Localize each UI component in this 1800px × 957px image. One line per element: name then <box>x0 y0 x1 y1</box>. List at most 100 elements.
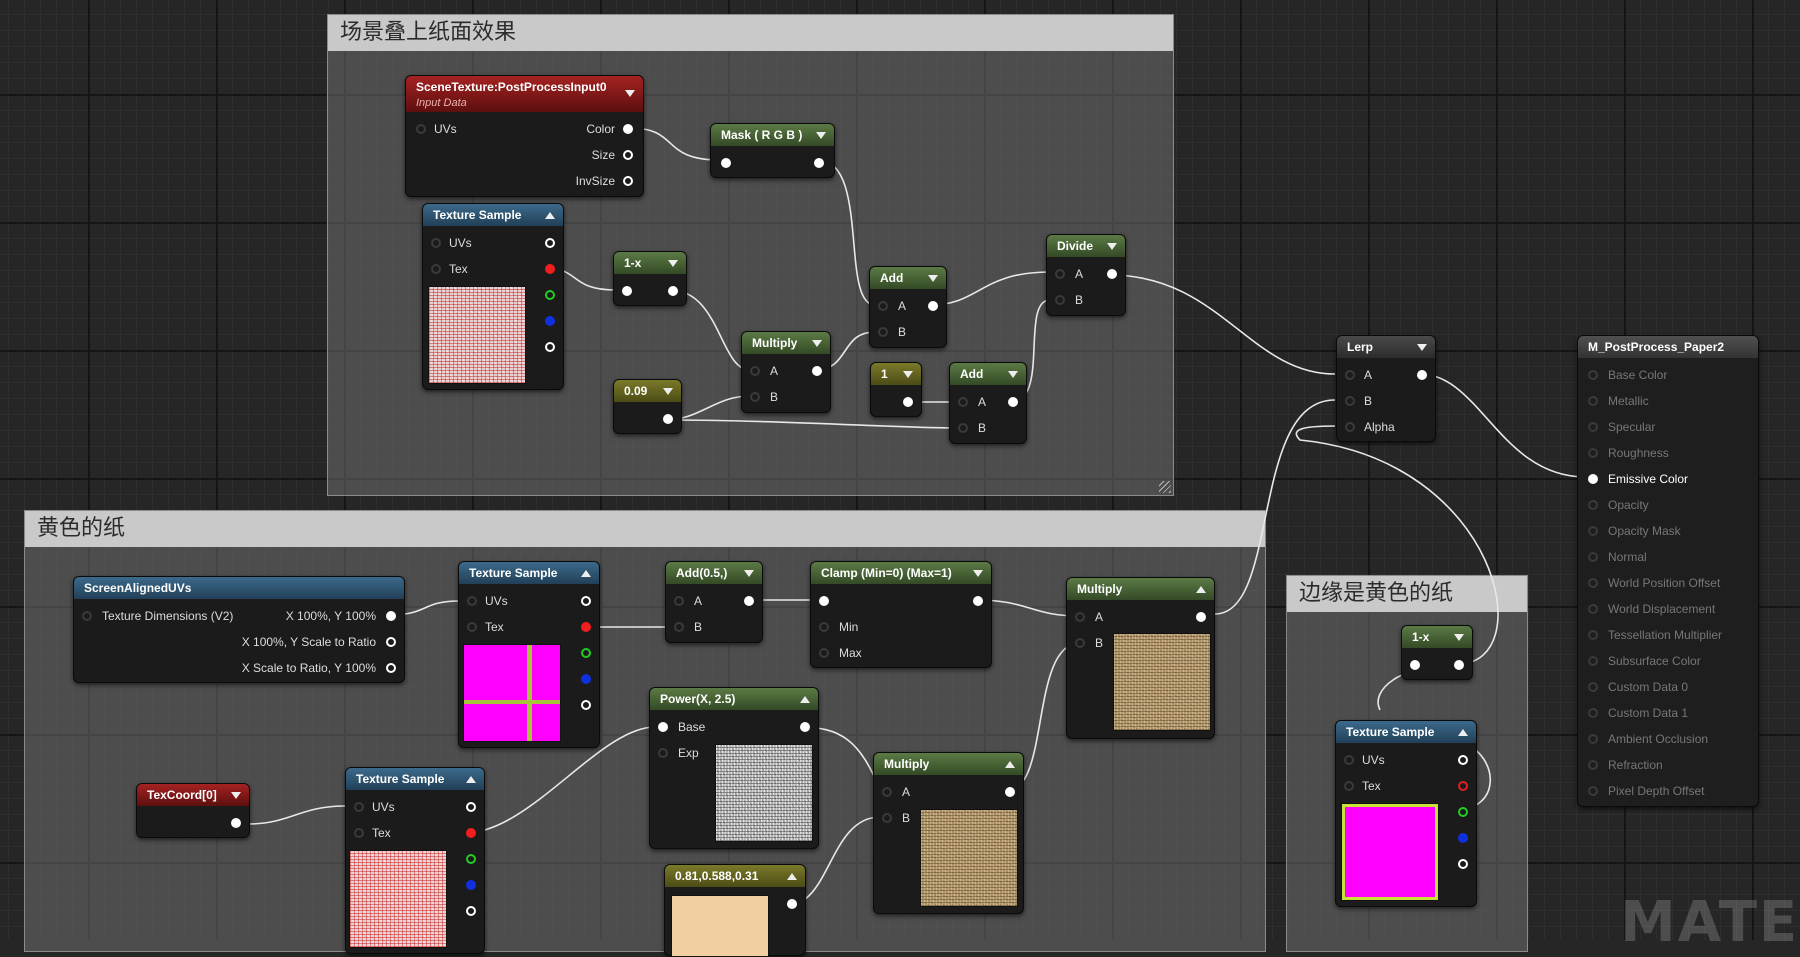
node-one-minus-2[interactable]: 1-x <box>1401 625 1473 680</box>
output-pin-dot[interactable] <box>1588 630 1598 640</box>
pin-out-dot[interactable] <box>1196 612 1206 622</box>
output-pin-dot[interactable] <box>1588 682 1598 692</box>
output-pin-dot[interactable] <box>1588 422 1598 432</box>
pin-out-dot[interactable] <box>800 722 810 732</box>
pin-b-dot[interactable] <box>878 327 888 337</box>
node-header[interactable]: Add <box>870 267 946 289</box>
pin-rgb-dot[interactable] <box>466 802 476 812</box>
collapse-arrow-icon[interactable] <box>816 132 826 139</box>
pin-b-dot[interactable] <box>1345 396 1355 406</box>
pin-invsize-dot[interactable] <box>623 176 633 186</box>
node-header[interactable]: M_PostProcess_Paper2 <box>1578 336 1758 358</box>
node-const-009[interactable]: 0.09 <box>613 379 682 434</box>
pin-tex-dot[interactable] <box>354 828 364 838</box>
node-header[interactable]: Multiply <box>1067 578 1214 600</box>
pin-g-dot[interactable] <box>581 648 591 658</box>
node-lerp[interactable]: Lerp A B Alpha <box>1336 335 1436 442</box>
node-header[interactable]: Multiply <box>742 332 830 354</box>
node-texture-sample-3[interactable]: Texture Sample UVs Tex <box>345 767 485 954</box>
pin-exp-dot[interactable] <box>658 748 668 758</box>
pin-uvs-dot[interactable] <box>431 238 441 248</box>
pin-b-dot[interactable] <box>750 392 760 402</box>
pin-r-dot[interactable] <box>581 622 591 632</box>
collapse-arrow-icon[interactable] <box>581 570 591 577</box>
node-header[interactable]: Mask ( R G B ) <box>711 124 834 146</box>
collapse-arrow-icon[interactable] <box>928 275 938 282</box>
collapse-arrow-icon[interactable] <box>800 696 810 703</box>
node-texture-sample-1[interactable]: Texture Sample UVs Tex <box>422 203 564 390</box>
collapse-arrow-icon[interactable] <box>231 792 241 799</box>
pin-g-dot[interactable] <box>1458 807 1468 817</box>
pin-b-dot[interactable] <box>466 880 476 890</box>
output-pin-dot[interactable] <box>1588 526 1598 536</box>
output-pin-dot[interactable] <box>1588 474 1598 484</box>
pin-a-dot[interactable] <box>466 906 476 916</box>
collapse-arrow-icon[interactable] <box>1454 634 1464 641</box>
node-header[interactable]: 0.81,0.588,0.31 <box>665 865 805 887</box>
collapse-arrow-icon[interactable] <box>663 388 673 395</box>
pin-a-dot[interactable] <box>1055 269 1065 279</box>
node-add-05[interactable]: Add(0.5,) A B <box>665 561 763 643</box>
output-pin-dot[interactable] <box>1588 500 1598 510</box>
pin-dimensions-dot[interactable] <box>82 611 92 621</box>
node-texcoord[interactable]: TexCoord[0] <box>136 783 250 838</box>
node-add-1[interactable]: Add A B <box>869 266 947 348</box>
collapse-arrow-icon[interactable] <box>1417 344 1427 351</box>
output-pin-dot[interactable] <box>1588 734 1598 744</box>
collapse-arrow-icon[interactable] <box>787 873 797 880</box>
pin-max-dot[interactable] <box>819 648 829 658</box>
pin-r-dot[interactable] <box>466 828 476 838</box>
pin-rgb-dot[interactable] <box>1458 755 1468 765</box>
pin-out-dot[interactable] <box>1107 269 1117 279</box>
node-multiply-3[interactable]: Multiply A B <box>873 752 1024 914</box>
collapse-arrow-icon[interactable] <box>1008 371 1018 378</box>
node-header[interactable]: 1-x <box>614 252 686 274</box>
node-texture-sample-4[interactable]: Texture Sample UVs Tex <box>1335 720 1477 907</box>
pin-a-dot[interactable] <box>674 596 684 606</box>
output-pin-dot[interactable] <box>1588 708 1598 718</box>
node-header[interactable]: TexCoord[0] <box>137 784 249 806</box>
node-screen-aligned-uvs[interactable]: ScreenAlignedUVs Texture Dimensions (V2)… <box>73 576 405 683</box>
pin-r-dot[interactable] <box>545 264 555 274</box>
pin-min-dot[interactable] <box>819 622 829 632</box>
pin-a-dot[interactable] <box>878 301 888 311</box>
pin-out-dot[interactable] <box>1454 660 1464 670</box>
node-header[interactable]: 0.09 <box>614 380 681 402</box>
collapse-arrow-icon[interactable] <box>1458 729 1468 736</box>
collapse-arrow-icon[interactable] <box>1107 243 1117 250</box>
pin-a-dot[interactable] <box>958 397 968 407</box>
pin-alpha-dot[interactable] <box>1345 422 1355 432</box>
pin-in-dot[interactable] <box>721 158 731 168</box>
pin-b-dot[interactable] <box>958 423 968 433</box>
node-multiply-2[interactable]: Multiply A B <box>1066 577 1215 739</box>
node-header[interactable]: Divide <box>1047 235 1125 257</box>
pin-out-3-dot[interactable] <box>386 663 396 673</box>
pin-out-dot[interactable] <box>928 301 938 311</box>
collapse-arrow-icon[interactable] <box>812 340 822 347</box>
output-pin-dot[interactable] <box>1588 760 1598 770</box>
node-header[interactable]: 1 <box>871 363 921 385</box>
pin-base-dot[interactable] <box>658 722 668 732</box>
pin-size-dot[interactable] <box>623 150 633 160</box>
pin-out-2-dot[interactable] <box>386 637 396 647</box>
node-header[interactable]: Texture Sample <box>459 562 599 584</box>
node-one-minus-1[interactable]: 1-x <box>613 251 687 306</box>
output-pin-dot[interactable] <box>1588 786 1598 796</box>
pin-out-dot[interactable] <box>814 158 824 168</box>
node-header[interactable]: Multiply <box>874 753 1023 775</box>
collapse-arrow-icon[interactable] <box>1005 761 1015 768</box>
pin-b-dot[interactable] <box>882 813 892 823</box>
collapse-arrow-icon[interactable] <box>545 212 555 219</box>
pin-uvs-dot[interactable] <box>354 802 364 812</box>
pin-out-dot[interactable] <box>1417 370 1427 380</box>
node-header[interactable]: Texture Sample <box>423 204 563 226</box>
pin-uvs-dot[interactable] <box>1344 755 1354 765</box>
pin-uvs-dot[interactable] <box>416 124 426 134</box>
pin-r-dot[interactable] <box>1458 781 1468 791</box>
pin-out-dot[interactable] <box>1005 787 1015 797</box>
pin-b-dot[interactable] <box>1458 833 1468 843</box>
output-pin-dot[interactable] <box>1588 370 1598 380</box>
node-const-color[interactable]: 0.81,0.588,0.31 <box>664 864 806 957</box>
node-header[interactable]: Texture Sample <box>346 768 484 790</box>
node-header[interactable]: Texture Sample <box>1336 721 1476 743</box>
